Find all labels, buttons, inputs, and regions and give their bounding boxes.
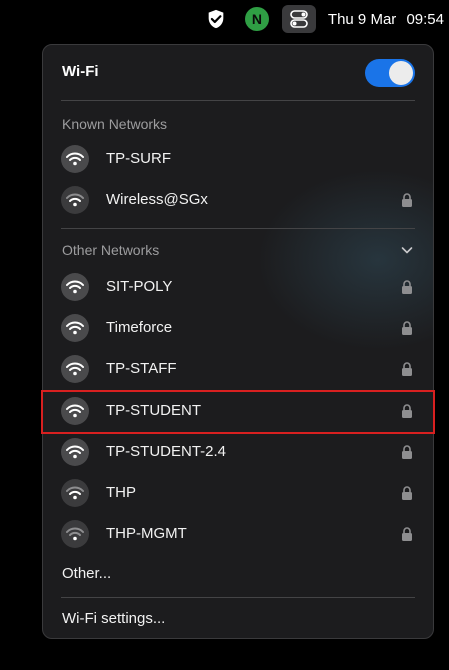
wifi-signal-icon: [61, 520, 89, 548]
lock-icon: [402, 486, 412, 500]
wifi-title: Wi-Fi: [62, 63, 99, 80]
network-row-wireless-sgx[interactable]: Wireless@SGx: [51, 180, 425, 220]
network-row-tp-surf[interactable]: TP-SURF: [51, 139, 425, 179]
menubar-time: 09:54: [406, 10, 444, 28]
wifi-settings-link[interactable]: Wi-Fi settings...: [62, 610, 165, 627]
wifi-signal-icon: [61, 314, 89, 342]
known-networks-header: Known Networks: [62, 116, 168, 132]
lock-icon: [402, 362, 412, 376]
divider: [61, 597, 415, 598]
network-name: Timeforce: [106, 319, 173, 336]
wifi-signal-icon: [61, 479, 89, 507]
wifi-signal-icon: [61, 438, 89, 466]
network-name: SIT-POLY: [106, 278, 173, 295]
network-name: TP-SURF: [106, 150, 171, 167]
wifi-signal-icon: [61, 186, 89, 214]
divider: [61, 100, 415, 101]
wifi-signal-icon: [61, 273, 89, 301]
shield-check-icon[interactable]: [204, 7, 228, 31]
menu-bar: N Thu 9 Mar 09:54: [0, 0, 449, 38]
network-row-tp-student-2-4[interactable]: TP-STUDENT-2.4: [51, 432, 425, 472]
toggle-knob: [389, 61, 413, 85]
chevron-down-icon[interactable]: [401, 244, 413, 256]
divider: [61, 228, 415, 229]
menubar-date: Thu 9 Mar: [327, 10, 397, 28]
network-name: Wireless@SGx: [106, 191, 208, 208]
wifi-toggle[interactable]: [365, 59, 415, 87]
wifi-signal-icon: [61, 355, 89, 383]
network-row-thp-mgmt[interactable]: THP-MGMT: [51, 514, 425, 554]
network-name: TP-STUDENT-2.4: [106, 443, 227, 460]
other-networks-link[interactable]: Other...: [62, 565, 111, 582]
network-name: THP-MGMT: [106, 525, 187, 542]
network-row-thp[interactable]: THP: [51, 473, 425, 513]
selection-highlight: [41, 390, 435, 434]
nordvpn-icon[interactable]: N: [244, 7, 269, 31]
control-center-icon[interactable]: [281, 5, 316, 33]
wifi-menu-panel: Wi-Fi Known Networks TP-SURF Wireless@SG…: [42, 44, 434, 639]
network-name: THP: [106, 484, 136, 501]
other-networks-header: Other Networks: [62, 242, 160, 258]
wifi-signal-icon: [61, 145, 89, 173]
lock-icon: [402, 527, 412, 541]
lock-icon: [402, 280, 412, 294]
network-row-timeforce[interactable]: Timeforce: [51, 308, 425, 348]
menubar-clock[interactable]: Thu 9 Mar 09:54: [328, 11, 444, 28]
lock-icon: [402, 193, 412, 207]
network-name: TP-STAFF: [106, 360, 177, 377]
lock-icon: [402, 321, 412, 335]
network-row-tp-staff[interactable]: TP-STAFF: [51, 349, 425, 389]
network-row-sit-poly[interactable]: SIT-POLY: [51, 267, 425, 307]
lock-icon: [402, 445, 412, 459]
